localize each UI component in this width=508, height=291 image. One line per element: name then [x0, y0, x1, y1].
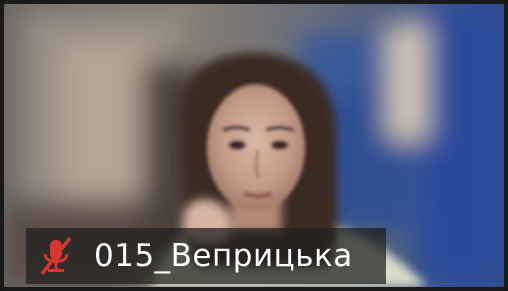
participant-video-tile[interactable]: 015_Веприцька	[0, 0, 508, 291]
mic-muted-icon[interactable]	[38, 236, 74, 276]
participant-name-bar: 015_Веприцька	[26, 228, 386, 284]
participant-name: 015_Веприцька	[94, 238, 353, 274]
